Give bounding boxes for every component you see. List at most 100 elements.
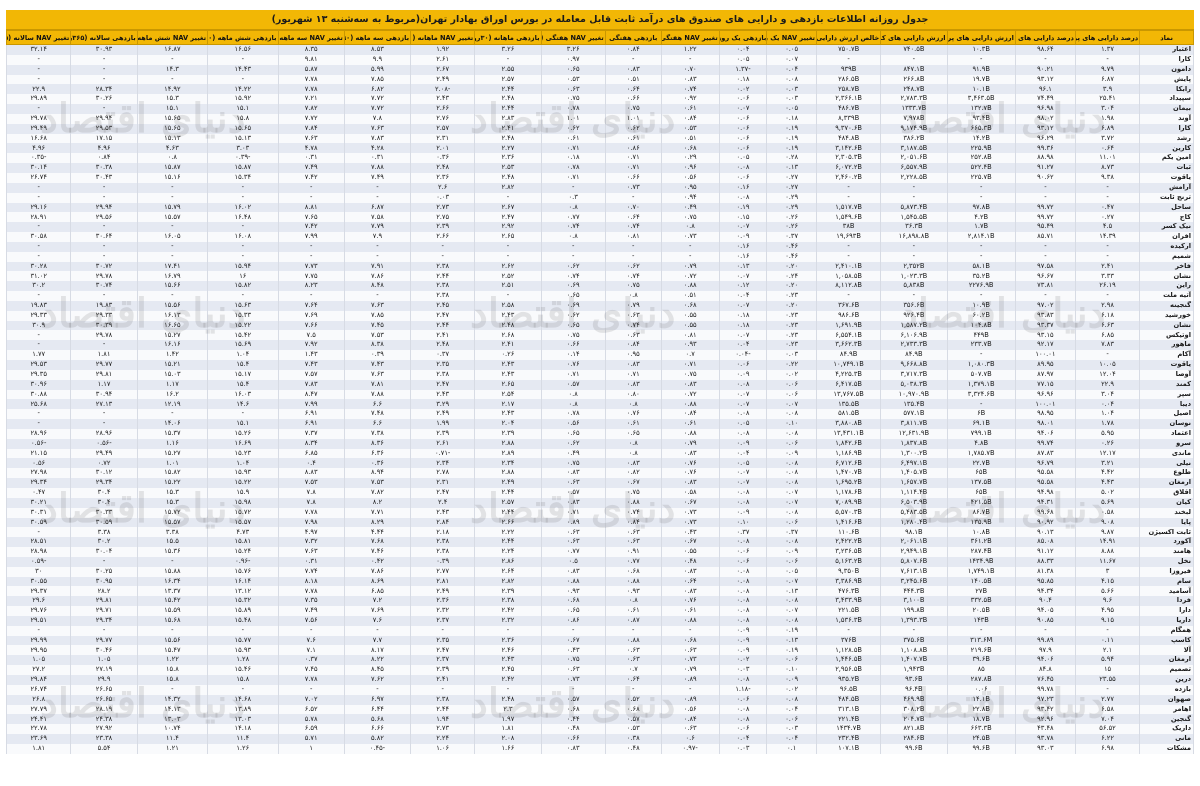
table-cell: ۴.۱۵	[1074, 576, 1141, 587]
table-cell: ۱۵.۸۹	[207, 606, 279, 616]
table-cell: ۳۰.۶۴	[70, 232, 138, 242]
table-cell: ۰.۹۳	[540, 586, 606, 597]
table-cell: ۰.۸	[604, 438, 662, 449]
table-cell: ۷.۳۸	[343, 428, 412, 439]
table-cell: ۲.۴۱	[474, 340, 542, 351]
table-cell: ۰.۸۷	[604, 615, 662, 626]
table-cell: ۱۵.۲۷	[136, 330, 209, 341]
table-cell: ۰.۰۹	[718, 232, 768, 242]
table-cell: ۱۶,۸۹۸.۸B	[880, 232, 948, 242]
table-cell: ۰.۰۹	[718, 625, 768, 636]
table-cell: ۱۹.۸۳	[5, 300, 72, 311]
table-cell: -	[136, 182, 209, 193]
table-cell: ۲۷.۲	[5, 665, 72, 675]
table-cell: ۲.۸۲	[474, 576, 542, 587]
table-cell: ۱۵.۳۷	[136, 428, 209, 439]
table-cell: ۹۹.۸۹	[1014, 635, 1076, 646]
table-cell: ۳۰.۴	[70, 497, 138, 508]
table-cell: ۲۹.۳۳	[70, 310, 138, 321]
table-cell: -	[604, 684, 662, 695]
table-cell: ۷.۶۹	[277, 310, 345, 321]
table-cell: -	[1074, 684, 1141, 695]
table-cell: ۲۵۸.۷B	[816, 84, 882, 95]
table-cell: ۲.۴۵	[474, 665, 542, 675]
table-cell: -	[474, 291, 542, 301]
table-cell: ۰.۶	[660, 734, 720, 744]
table-cell: ۲۵.۴۱	[1074, 94, 1141, 105]
table-cell: ۱۵.۴۲	[136, 596, 209, 607]
table-cell: ۱,۸۳۷.۸B	[880, 438, 948, 449]
table-cell: -	[880, 291, 948, 301]
table-row: نیلی ۳.۲۱ ۹۶.۷۹ ۲۲.۷B ۶,۴۹۷.۱B ۶,۷۱۲.۶B ۰.۰۸ ۰.…	[5, 458, 1194, 469]
table-cell: ۰.۷۶	[660, 596, 720, 607]
table-row: ارمغان ۴.۴۳ ۹۵.۵۸ ۱۳۷.۵B ۱,۶۵۷.۷B ۱,۶۹۵.۲B ۰.۰…	[5, 478, 1194, 488]
table-cell: ۰.۰۶	[718, 360, 768, 370]
table-cell: ۷.۷۲	[277, 113, 345, 124]
table-cell: ۷.۷۲	[343, 104, 412, 114]
table-cell: ۱۵.۵۷	[136, 212, 209, 223]
table-cell: ۵.۸۲	[343, 734, 412, 744]
table-cell: ۰.۸۸	[604, 576, 662, 587]
fund-symbol: ثبات	[1139, 163, 1194, 173]
fund-symbol: ماهور	[1139, 340, 1194, 351]
table-cell: ۱۴.۱۸	[207, 724, 279, 735]
table-cell: -	[70, 104, 138, 114]
table-cell: ۰.۰۲	[718, 655, 768, 666]
table-cell: ۱۵.۱۳	[207, 133, 279, 144]
table-cell: ۹.۳۸	[1074, 172, 1141, 183]
table-cell: ۰.۰۷	[766, 54, 818, 65]
table-cell: ۰.۷۱	[604, 153, 662, 164]
column-header: ارزش دارایی های پرریسک	[946, 30, 1016, 45]
table-cell: ۱۸.۷B	[946, 714, 1016, 725]
table-row: دامون ۹.۷۹ ۹۰.۲۱ ۹۱.۹B ۸۴۷.۱B ۹۳۹B ۰.۰۴ -۱.۳۷ ۰.…	[5, 64, 1194, 75]
table-cell: ۰.۶۱	[540, 133, 606, 144]
table-cell: ۱۲.۱۷	[1074, 448, 1141, 459]
fund-symbol: سپر	[1139, 389, 1194, 400]
fund-symbol: نشان	[1139, 271, 1194, 282]
table-cell: ۴.۴۲	[1074, 468, 1141, 479]
table-cell: ۸.۸۳	[277, 468, 345, 479]
table-cell: ۰.۰۴	[718, 734, 768, 744]
table-cell: ۰.۶۱	[604, 419, 662, 429]
table-cell: ۰.۳۶	[410, 153, 476, 164]
table-cell: ۰.۶۳	[660, 645, 720, 656]
table-cell: ۷.۴۶	[343, 547, 412, 557]
table-cell: -	[946, 399, 1016, 410]
table-cell: ۵.۹۹	[343, 64, 412, 75]
table-cell: ۷.۶	[343, 615, 412, 626]
table-cell: ۲۹.۳۵	[5, 369, 72, 380]
table-cell: ۲۱۹.۶B	[946, 645, 1016, 656]
table-row: ترنج ثابت - - - - -۰.۲۹ ۰.۰۸ ۰.۹۴-۰.۳-۰.۰۳- - - - -…	[5, 192, 1194, 203]
table-cell: ۸۸.۹۸	[1014, 153, 1076, 164]
fund-symbol: کاسپ	[1139, 635, 1194, 646]
table-cell: ۰.۱	[766, 743, 818, 754]
table-cell: ۹۴.۰۶	[1014, 655, 1076, 666]
table-cell: ۱,۵۱۷.۷B	[816, 202, 882, 213]
table-cell: ۹.۸۱	[277, 54, 345, 65]
table-cell: ۳,۶۶۲.۳B	[816, 340, 882, 351]
table-cell: ۱.۰۵	[70, 655, 138, 666]
table-cell: ۲۹.۱۶	[5, 202, 72, 213]
table-cell: ۶.۵۸	[1074, 704, 1141, 715]
table-cell: ۸.۶۹	[343, 576, 412, 587]
table-cell: ۰.۶۷	[660, 497, 720, 508]
table-cell: ۱۶.۰۵	[136, 232, 209, 242]
table-cell: ۴۸۴.۸B	[816, 133, 882, 144]
table-cell: ۹۳.۱۵	[1014, 330, 1076, 341]
table-cell: ۲۹.۴۹	[5, 123, 72, 134]
table-cell: ۱.۴۲	[136, 350, 209, 360]
table-cell: ۰.۰۳	[766, 350, 818, 360]
table-cell: ۵,۰۳۸.۳B	[880, 379, 948, 390]
table-cell: ۷.۷۸	[277, 675, 345, 685]
table-cell: ۹۶.۹۸	[1014, 104, 1076, 114]
table-cell: ۰.۲۰	[766, 281, 818, 292]
column-header: بازدهی شش ماهه (۱۸۰روزه)	[207, 30, 279, 45]
table-row: سام ۴.۱۵ ۹۵.۸۵ ۱۴۰.۵B ۳,۲۴۵.۶B ۳,۳۸۶.۹B ۰.۰۷ ۰.…	[5, 576, 1194, 587]
table-cell: ۶۶۳.۳B	[946, 724, 1016, 735]
table-cell: ۱.۴۳	[277, 350, 345, 360]
table-row: آسامید ۵.۶۶ ۹۴.۳۴ ۲۷B ۴۴۴.۳B ۴۷۶.۳B ۰.۱۳ ۰.۰۸ ۰.…	[5, 586, 1194, 597]
table-cell: ۰.۶۷	[604, 478, 662, 488]
table-cell: ۱۶.۳۴	[136, 576, 209, 587]
table-cell: ۶.۹۷	[343, 694, 412, 705]
table-cell: ۱,۳۷۹.۱B	[946, 379, 1016, 390]
